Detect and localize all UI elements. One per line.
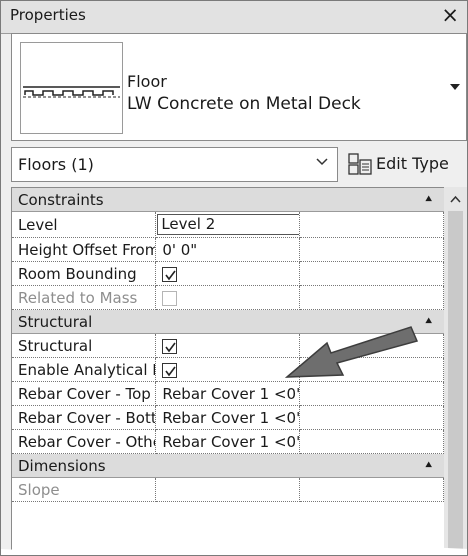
row-rebar-bottom[interactable]: Rebar Cover - Bottom Face Rebar Cover 1 … <box>12 405 444 430</box>
instance-filter-dropdown[interactable]: Floors (1) <box>11 147 338 182</box>
filter-value: Floors (1) <box>18 155 94 174</box>
row-rebar-other[interactable]: Rebar Cover - Other Faces Rebar Cover 1 … <box>12 429 444 454</box>
property-value <box>155 357 301 382</box>
torn-edge <box>1 545 467 555</box>
type-name: LW Concrete on Metal Deck <box>127 94 361 114</box>
double-chevron-up-icon[interactable]: ⯅ <box>299 188 444 212</box>
scroll-up-icon[interactable] <box>450 192 461 207</box>
analytical-checkbox[interactable] <box>162 362 178 378</box>
property-label: Rebar Cover - Top Face <box>12 381 157 406</box>
property-value <box>155 261 301 286</box>
edit-type-icon <box>348 153 372 179</box>
group-label: Structural <box>12 309 300 334</box>
rebar-bottom-value[interactable]: Rebar Cover 1 <0' ... <box>155 405 301 430</box>
related-to-mass-checkbox <box>162 290 178 306</box>
property-label: Related to Mass <box>12 285 157 310</box>
type-family: Floor <box>127 72 167 91</box>
rebar-other-value[interactable]: Rebar Cover 1 <0' ... <box>155 429 301 454</box>
row-height-offset[interactable]: Height Offset From Level 0' 0" <box>12 237 444 262</box>
edit-type-button[interactable]: Edit Type <box>344 148 464 180</box>
property-label: Height Offset From Level <box>12 237 157 262</box>
property-value <box>155 333 301 358</box>
titlebar: Properties × <box>1 1 467 34</box>
property-label: Rebar Cover - Bottom Face <box>12 405 157 430</box>
height-offset-value[interactable]: 0' 0" <box>155 237 301 262</box>
property-label: Rebar Cover - Other Faces <box>12 429 157 454</box>
property-label: Structural <box>12 333 157 358</box>
level-input[interactable]: Level 2 <box>157 214 299 235</box>
row-slope[interactable]: Slope <box>12 477 444 502</box>
floor-preview-icon <box>20 42 123 134</box>
slope-value[interactable] <box>155 477 301 502</box>
property-label: Room Bounding <box>12 261 157 286</box>
property-value <box>155 285 301 310</box>
group-constraints[interactable]: Constraints ⯅ <box>12 188 444 212</box>
properties-palette: Properties × Floor LW Concrete on Metal … <box>0 0 468 556</box>
property-label: Level <box>12 211 157 238</box>
room-bounding-checkbox[interactable] <box>162 266 178 282</box>
chevron-down-icon[interactable] <box>450 84 460 90</box>
scroll-thumb[interactable] <box>448 211 463 551</box>
property-value[interactable]: Level 2 <box>155 211 301 238</box>
rebar-top-value[interactable]: Rebar Cover 1 <0' ... <box>155 381 301 406</box>
structural-checkbox[interactable] <box>162 338 178 354</box>
property-label: Slope <box>12 477 157 502</box>
panel-title: Properties <box>10 6 86 24</box>
callout-arrow-icon <box>284 326 419 378</box>
row-level[interactable]: Level Level 2 <box>12 211 444 238</box>
group-dimensions[interactable]: Dimensions ⯅ <box>12 453 444 478</box>
edit-type-label: Edit Type <box>376 154 449 173</box>
vertical-scrollbar[interactable] <box>444 187 467 555</box>
chevron-down-icon[interactable] <box>315 154 329 172</box>
close-icon[interactable]: × <box>441 3 459 27</box>
row-rebar-top[interactable]: Rebar Cover - Top Face Rebar Cover 1 <0'… <box>12 381 444 406</box>
double-chevron-up-icon[interactable]: ⯅ <box>299 453 444 478</box>
group-label: Dimensions <box>12 453 300 478</box>
type-selector[interactable]: Floor LW Concrete on Metal Deck <box>11 33 467 141</box>
group-label: Constraints <box>12 188 300 212</box>
property-label: Enable Analytical Model <box>12 357 157 382</box>
row-related-to-mass: Related to Mass <box>12 285 444 310</box>
row-room-bounding[interactable]: Room Bounding <box>12 261 444 286</box>
